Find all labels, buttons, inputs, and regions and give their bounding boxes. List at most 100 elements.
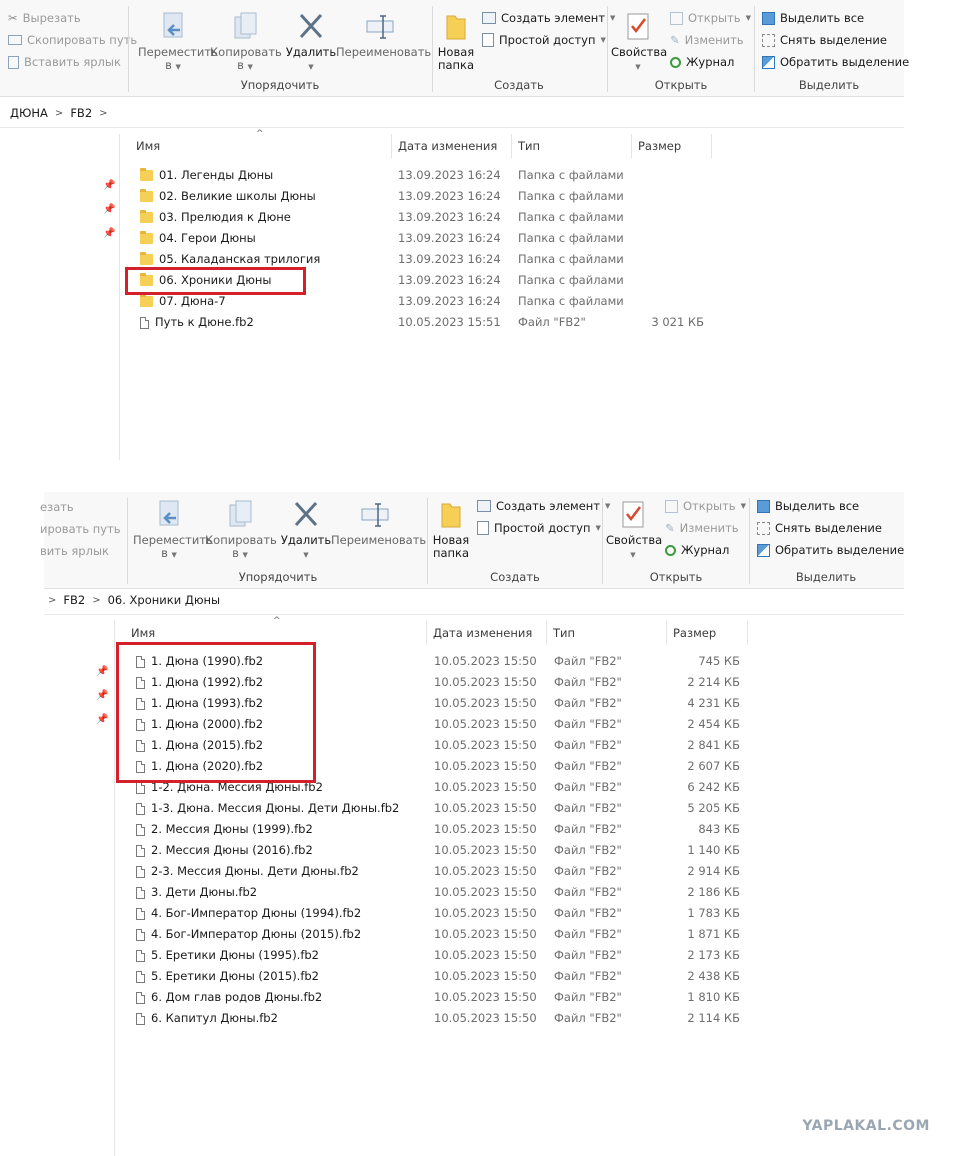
file-size: 1 140 КБ <box>687 843 740 857</box>
file-size: 1 871 КБ <box>687 927 740 941</box>
paste-shortcut-button[interactable]: вить ярлык <box>40 544 109 558</box>
file-icon <box>136 1012 145 1025</box>
column-size[interactable]: Размер <box>632 134 712 158</box>
delete-button[interactable]: Удалить ▼ <box>284 12 338 74</box>
column-type[interactable]: Тип <box>512 134 632 158</box>
column-name[interactable]: Имя <box>130 134 392 158</box>
date-modified: 13.09.2023 16:24 <box>398 168 501 182</box>
new-folder-button[interactable]: Новая папка <box>436 12 476 72</box>
table-row[interactable]: 4. Бог-Император Дюны (1994).fb2 10.05.20… <box>136 903 746 924</box>
select-all-button[interactable]: Выделить все <box>757 499 859 513</box>
table-row[interactable]: 2. Мессия Дюны (2016).fb2 10.05.2023 15:5… <box>136 840 746 861</box>
invert-selection-button[interactable]: Обратить выделение <box>757 543 904 557</box>
properties-check-icon <box>627 13 649 40</box>
table-row[interactable]: 03. Прелюдия к Дюне 13.09.2023 16:24 Папка… <box>140 207 710 228</box>
breadcrumb-item[interactable]: FB2 <box>70 106 92 120</box>
file-icon <box>136 802 145 815</box>
date-modified: 13.09.2023 16:24 <box>398 294 501 308</box>
open-button[interactable]: Открыть ▼ <box>665 499 746 513</box>
table-row[interactable]: 02. Великие школы Дюны 13.09.2023 16:24 Па… <box>140 186 710 207</box>
table-row[interactable]: 04. Герои Дюны 13.09.2023 16:24 Папка с фа… <box>140 228 710 249</box>
file-size: 1 810 КБ <box>687 990 740 1004</box>
file-type: Файл "FB2" <box>554 654 622 668</box>
pin-icon[interactable]: 📌 <box>96 690 108 701</box>
cut-button[interactable]: езать <box>40 500 74 514</box>
file-name-cell: 02. Великие школы Дюны <box>140 186 316 207</box>
select-none-button[interactable]: Снять выделение <box>757 521 882 535</box>
pin-icon[interactable]: 📌 <box>96 714 108 725</box>
table-row[interactable]: 3. Дети Дюны.fb2 10.05.2023 15:50 Файл "FB… <box>136 882 746 903</box>
date-modified: 10.05.2023 15:50 <box>434 654 537 668</box>
table-row[interactable]: 6. Дом глав родов Дюны.fb2 10.05.2023 15:… <box>136 987 746 1008</box>
copy-path-button[interactable]: ировать путь <box>40 522 121 536</box>
cut-button[interactable]: ✂ Вырезать <box>8 11 81 25</box>
delete-button[interactable]: Удалить ▼ <box>279 500 333 562</box>
table-row[interactable]: Путь к Дюне.fb2 10.05.2023 15:51 Файл "FB2… <box>140 312 710 333</box>
table-row[interactable]: 6. Капитул Дюны.fb2 10.05.2023 15:50 Файл … <box>136 1008 746 1029</box>
table-row[interactable]: 01. Легенды Дюны 13.09.2023 16:24 Папка с … <box>140 165 710 186</box>
column-size[interactable]: Размер <box>667 621 748 645</box>
date-modified: 10.05.2023 15:50 <box>434 822 537 836</box>
table-row[interactable]: 4. Бог-Император Дюны (2015).fb2 10.05.20… <box>136 924 746 945</box>
move-to-button[interactable]: Переместить в ▼ <box>138 12 218 74</box>
copy-to-button[interactable]: Копировать в ▼ <box>210 12 282 74</box>
table-row[interactable]: 1-3. Дюна. Мессия Дюны. Дети Дюны.fb2 10.… <box>136 798 746 819</box>
highlight-box <box>125 267 306 295</box>
column-date[interactable]: Дата изменения <box>427 621 547 645</box>
date-modified: 10.05.2023 15:50 <box>434 780 537 794</box>
breadcrumb-item[interactable]: FB2 <box>63 593 85 607</box>
table-row[interactable]: 2-3. Мессия Дюны. Дети Дюны.fb2 10.05.202… <box>136 861 746 882</box>
chevron-right-icon[interactable]: > <box>92 595 100 606</box>
invert-selection-button[interactable]: Обратить выделение <box>762 55 909 69</box>
select-group-label: Выделить <box>795 570 857 584</box>
table-row[interactable]: 5. Еретики Дюны (2015).fb2 10.05.2023 15:… <box>136 966 746 987</box>
file-size: 2 173 КБ <box>687 948 740 962</box>
pin-icon[interactable]: 📌 <box>96 666 108 677</box>
column-type[interactable]: Тип <box>547 621 667 645</box>
file-icon <box>136 949 145 962</box>
table-row[interactable]: 2. Мессия Дюны (1999).fb2 10.05.2023 15:5… <box>136 819 746 840</box>
new-item-button[interactable]: Создать элемент ▼ <box>482 11 615 25</box>
new-item-icon <box>477 500 491 512</box>
breadcrumb-item[interactable]: 06. Хроники Дюны <box>108 593 221 607</box>
chevron-right-icon[interactable]: > <box>55 108 63 119</box>
open-button[interactable]: Открыть ▼ <box>670 11 751 25</box>
pin-icon[interactable]: 📌 <box>103 228 115 239</box>
easy-access-button[interactable]: Простой доступ ▼ <box>482 33 606 47</box>
rename-button[interactable]: Переименовать <box>336 12 431 59</box>
new-item-button[interactable]: Создать элемент ▼ <box>477 499 610 513</box>
history-button[interactable]: Журнал <box>665 543 729 557</box>
pin-icon[interactable]: 📌 <box>103 180 115 191</box>
highlight-box <box>116 642 316 783</box>
copy-path-button[interactable]: Скопировать путь <box>8 33 137 47</box>
properties-button[interactable]: Свойства ▼ <box>611 12 667 74</box>
properties-button[interactable]: Свойства ▼ <box>606 500 662 562</box>
ribbon-separator <box>427 498 428 584</box>
breadcrumb-item[interactable]: ДЮНА <box>10 106 48 120</box>
file-icon <box>136 823 145 836</box>
date-modified: 10.05.2023 15:50 <box>434 927 537 941</box>
rename-button[interactable]: Переименовать <box>331 500 426 547</box>
table-row[interactable]: 5. Еретики Дюны (1995).fb2 10.05.2023 15:… <box>136 945 746 966</box>
move-to-button[interactable]: Переместить в ▼ <box>133 500 213 562</box>
ribbon-bottom: езать ировать путь вить ярлык Переместит… <box>40 492 904 589</box>
select-none-button[interactable]: Снять выделение <box>762 33 887 47</box>
nav-pane-border <box>119 134 120 460</box>
history-button[interactable]: Журнал <box>670 55 734 69</box>
file-name: 2. Мессия Дюны (1999).fb2 <box>151 822 313 836</box>
paste-shortcut-button[interactable]: Вставить ярлык <box>8 55 121 69</box>
chevron-right-icon[interactable]: > <box>48 595 56 606</box>
edit-button[interactable]: ✎ Изменить <box>665 521 739 535</box>
new-folder-button[interactable]: Новая папка <box>431 500 471 560</box>
select-all-button[interactable]: Выделить все <box>762 11 864 25</box>
pin-icon[interactable]: 📌 <box>103 204 115 215</box>
file-icon <box>136 970 145 983</box>
chevron-right-icon[interactable]: > <box>99 108 107 119</box>
file-type: Файл "FB2" <box>554 696 622 710</box>
column-date[interactable]: Дата изменения <box>392 134 512 158</box>
easy-access-button[interactable]: Простой доступ ▼ <box>477 521 601 535</box>
edit-button[interactable]: ✎ Изменить <box>670 33 744 47</box>
copy-to-button[interactable]: Копировать в ▼ <box>205 500 277 562</box>
date-modified: 13.09.2023 16:24 <box>398 252 501 266</box>
file-name-cell: 04. Герои Дюны <box>140 228 256 249</box>
